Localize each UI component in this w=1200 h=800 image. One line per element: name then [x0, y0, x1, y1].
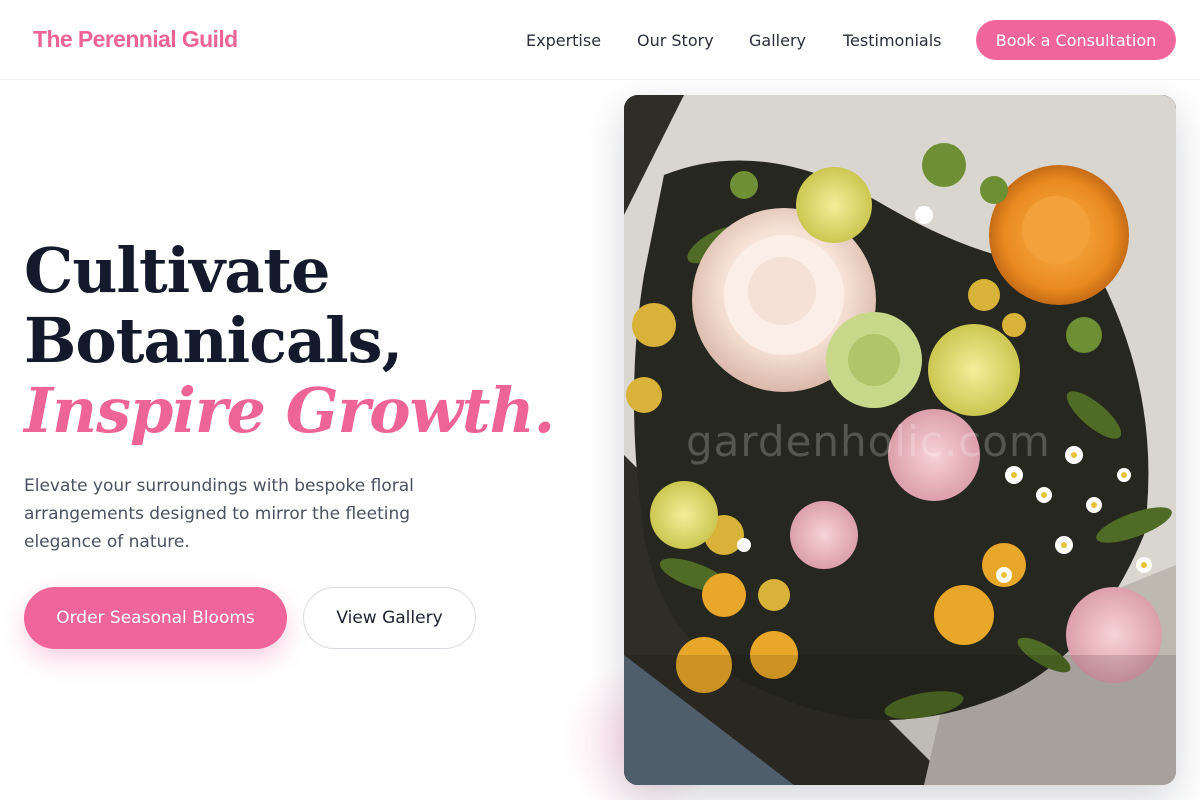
nav-link-gallery[interactable]: Gallery — [749, 31, 806, 50]
nav-link-testimonials[interactable]: Testimonials — [843, 31, 942, 50]
view-gallery-button[interactable]: View Gallery — [303, 587, 476, 649]
hero-subtext: Elevate your surroundings with bespoke f… — [24, 476, 414, 552]
headline-line-1: Cultivate — [24, 234, 330, 307]
brand-logo[interactable]: The Perennial Guild — [33, 26, 238, 53]
bouquet-illustration — [624, 95, 1176, 785]
book-consultation-button[interactable]: Book a Consultation — [976, 20, 1176, 60]
nav-link-our-story[interactable]: Our Story — [637, 31, 714, 50]
site-header: The Perennial Guild Expertise Our Story … — [0, 0, 1200, 80]
nav-link-expertise[interactable]: Expertise — [526, 31, 601, 50]
bouquet-photo: gardenholic.com — [624, 95, 1176, 785]
order-seasonal-blooms-button[interactable]: Order Seasonal Blooms — [24, 587, 287, 649]
hero-headline: Cultivate Botanicals, Inspire Growth. — [24, 236, 584, 446]
headline-accent: Inspire Growth. — [24, 374, 555, 447]
headline-line-2: Botanicals, — [24, 304, 403, 377]
landing-page: The Perennial Guild Expertise Our Story … — [0, 0, 1200, 800]
